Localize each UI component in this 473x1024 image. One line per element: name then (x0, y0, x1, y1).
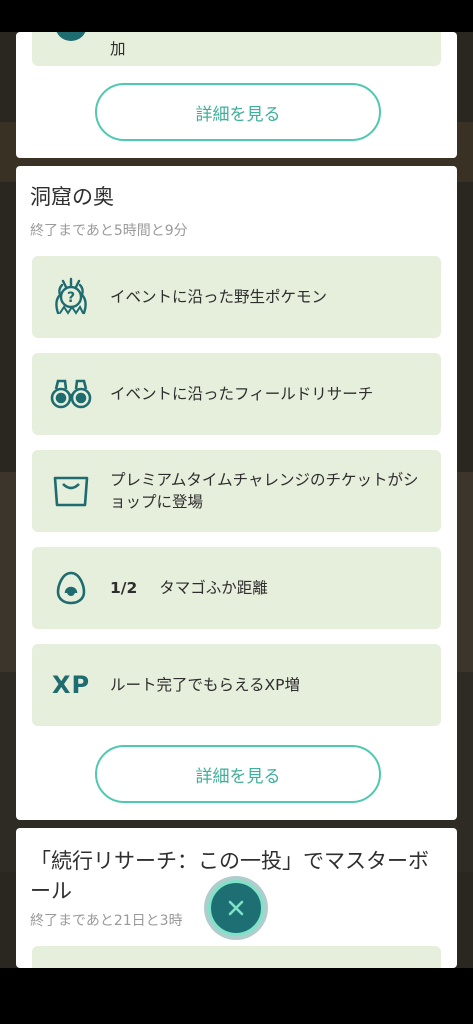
egg-icon (32, 547, 110, 629)
feature-wild-pokemon: ? イベントに沿った野生ポケモン (32, 256, 441, 338)
feature-label: ルート完了でもらえるXP増 (110, 676, 301, 694)
details-button[interactable]: 詳細を見る (95, 745, 381, 803)
mystery-pokemon-icon: ? (32, 256, 110, 338)
navigation-bar (0, 968, 473, 1024)
feature-row (32, 946, 441, 968)
feature-row: 加 (32, 32, 441, 66)
status-bar (0, 0, 473, 32)
feature-egg-distance: 1/2 タマゴふか距離 (32, 547, 441, 629)
event-time-remaining: 終了まであと5時間と9分 (30, 223, 188, 239)
feature-label: イベントに沿った野生ポケモン (110, 288, 328, 306)
svg-text:?: ? (67, 290, 75, 306)
feature-route-xp: XP ルート完了でもらえるXP増 (32, 644, 441, 726)
egg-distance-text: タマゴふか距離 (159, 579, 268, 597)
feature-ticket-shop: プレミアムタイムチャレンジのチケットがショップに登場 (32, 450, 441, 532)
feature-label: イベントに沿ったフィールドリサーチ (110, 385, 374, 403)
feature-label: プレミアムタイムチャレンジのチケットがショップに登場 (110, 471, 419, 511)
egg-distance-fraction: 1/2 (110, 579, 138, 597)
feature-label: 加 (110, 40, 126, 58)
event-card: 洞窟の奥 終了まであと5時間と9分 ? イベントに沿った野生ポケモン イベントに… (16, 166, 457, 820)
research-time-remaining: 終了まであと21日と3時 (30, 913, 183, 929)
details-button[interactable]: 詳細を見る (95, 83, 381, 141)
shopping-bag-icon (32, 450, 110, 532)
feature-field-research: イベントに沿ったフィールドリサーチ (32, 353, 441, 435)
feature-label: 1/2 タマゴふか距離 (110, 577, 276, 599)
feature-icon (32, 32, 110, 66)
close-icon (228, 900, 244, 916)
xp-icon-text: XP (51, 671, 91, 699)
xp-icon: XP (32, 644, 110, 726)
binoculars-icon (32, 353, 110, 435)
event-title: 洞窟の奥 (30, 185, 114, 209)
previous-event-card: 加 詳細を見る (16, 32, 457, 158)
close-button[interactable] (208, 880, 264, 936)
